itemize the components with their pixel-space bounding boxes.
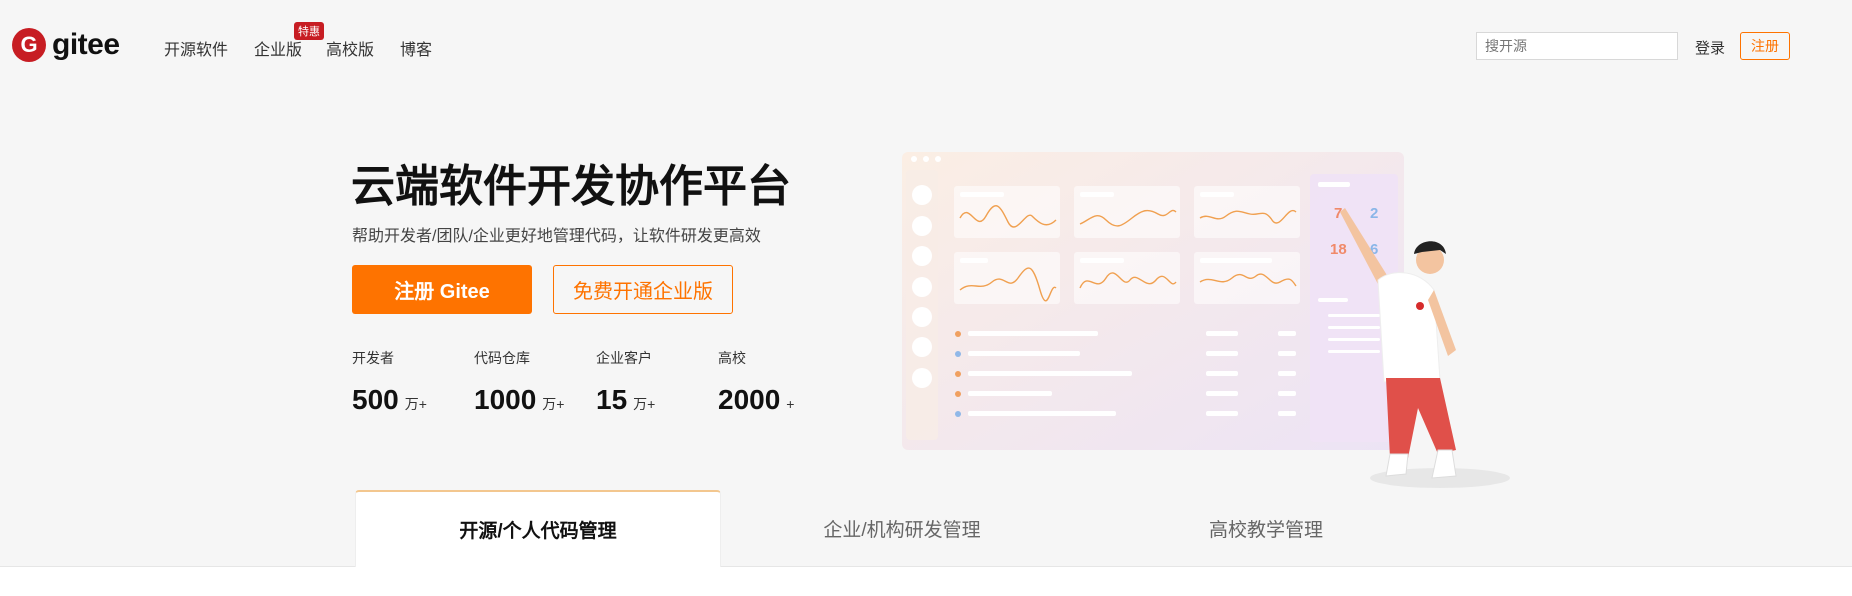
stat-unit: + (786, 396, 795, 412)
stat-label: 企业客户 (596, 350, 652, 366)
stat-value-wrap: 15 万+ (596, 384, 718, 416)
stat-value: 500 (352, 384, 399, 415)
calendar-number: 2 (1370, 205, 1378, 222)
gitee-logo-icon: G (12, 28, 46, 62)
gitee-logo-text: gitee (52, 28, 120, 61)
signup-button[interactable]: 注册 (1740, 32, 1790, 60)
hero-illustration: 7 2 18 6 (902, 152, 1510, 488)
login-link[interactable]: 登录 (1695, 37, 1725, 58)
stat-enterprise-customers: 企业客户 15 万+ (596, 348, 718, 416)
stat-value-wrap: 500 万+ (352, 384, 474, 416)
nav-item-enterprise[interactable]: 企业版 特惠 (254, 22, 325, 60)
stat-value-wrap: 1000 万+ (474, 384, 596, 416)
tab-enterprise[interactable]: 企业/机构研发管理 (720, 490, 1084, 567)
main-nav: 开源软件 企业版 特惠 高校版 博客 (164, 22, 458, 60)
nav-item-education[interactable]: 高校版 (326, 36, 374, 60)
stat-value-wrap: 2000 + (718, 384, 840, 416)
stat-unit: 万+ (404, 396, 427, 412)
tab-open-source[interactable]: 开源/个人代码管理 (355, 490, 721, 567)
stat-value: 2000 (718, 384, 781, 415)
tabs-content-area (0, 567, 1852, 596)
tab-education[interactable]: 高校教学管理 (1084, 490, 1448, 567)
nav-item-enterprise-label: 企业版 (254, 42, 303, 59)
stat-unit: 万+ (633, 396, 656, 412)
search-input[interactable] (1476, 32, 1678, 60)
promo-badge: 特惠 (294, 22, 325, 40)
calendar-number: 18 (1330, 241, 1347, 258)
nav-item-blog[interactable]: 博客 (400, 36, 432, 60)
stat-value: 1000 (474, 384, 537, 415)
stat-value: 15 (596, 384, 628, 415)
stat-developers: 开发者 500 万+ (352, 348, 474, 416)
product-tabs: 开源/个人代码管理 企业/机构研发管理 高校教学管理 (0, 490, 1852, 596)
stat-universities: 高校 2000 + (718, 348, 840, 416)
stat-repositories: 代码仓库 1000 万+ (474, 348, 596, 416)
top-header: G gitee 开源软件 企业版 特惠 高校版 博客 登录 注册 (0, 0, 1852, 92)
stat-label: 代码仓库 (474, 350, 530, 366)
gitee-logo[interactable]: G gitee (12, 28, 120, 62)
stat-label: 高校 (718, 350, 746, 366)
stats-row: 开发者 500 万+ 代码仓库 1000 万+ 企业客户 15 万+ 高校 2000 + (352, 348, 840, 416)
nav-item-open-source[interactable]: 开源软件 (164, 36, 228, 60)
register-gitee-button[interactable]: 注册 Gitee (352, 265, 532, 314)
hero-title: 云端软件开发协作平台 (351, 162, 791, 211)
enterprise-trial-button[interactable]: 免费开通企业版 (553, 265, 733, 314)
stat-label: 开发者 (352, 350, 394, 366)
stat-unit: 万+ (542, 396, 565, 412)
hero-subtitle: 帮助开发者/团队/企业更好地管理代码，让软件研发更高效 (352, 228, 761, 245)
